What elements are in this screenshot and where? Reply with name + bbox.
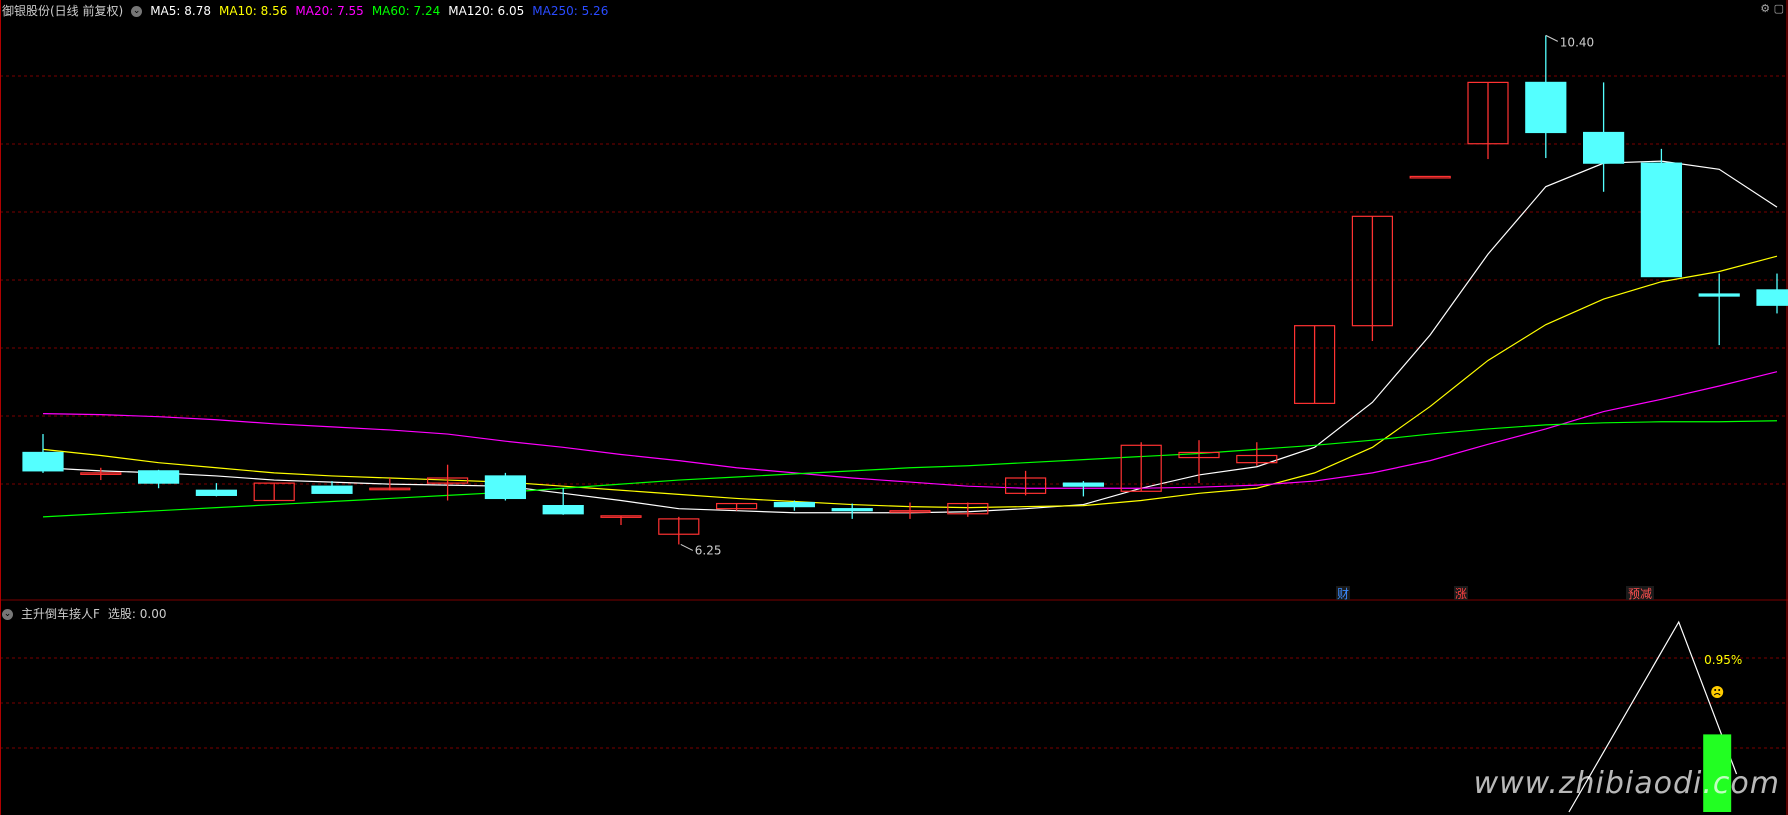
candle-body bbox=[1756, 289, 1788, 306]
candle-body bbox=[1698, 293, 1740, 297]
restore-window-icon[interactable]: ▢ bbox=[1774, 2, 1784, 15]
watermark-text: www.zhibiaodi.com bbox=[1473, 766, 1780, 801]
indicator-menu-circle-icon[interactable]: ⌄ bbox=[2, 609, 13, 620]
candle-body bbox=[831, 508, 873, 512]
candle-body bbox=[773, 501, 816, 508]
indicator-bar-label: 0.95% bbox=[1704, 653, 1742, 667]
low-label-pointer bbox=[680, 543, 694, 551]
settings-gear-icon[interactable]: ⚙ bbox=[1760, 2, 1770, 15]
stock-title: 御银股份(日线 前复权) bbox=[2, 4, 124, 18]
ma60-label: MA60: 7.24 bbox=[371, 4, 441, 18]
high-label-pointer bbox=[1545, 34, 1559, 42]
ma-line-ma20 bbox=[42, 371, 1778, 489]
ma120-label: MA120: 6.05 bbox=[448, 4, 525, 18]
candle-body bbox=[1640, 162, 1683, 278]
sad-face-eye bbox=[1718, 689, 1721, 691]
settings-circle-icon[interactable]: ⌄ bbox=[131, 6, 143, 17]
moving-average-lines bbox=[42, 160, 1778, 518]
price-grid bbox=[0, 0, 1788, 815]
indicator-header: ⌄ 主升倒车接人F 选股: 0.00 bbox=[2, 605, 174, 622]
candle-body bbox=[195, 489, 237, 496]
high-price-label: 10.40 bbox=[1560, 35, 1594, 49]
ma250-label: MA250: 5.26 bbox=[532, 4, 609, 18]
candle-body bbox=[138, 470, 180, 484]
ma5-label: MA5: 8.78 bbox=[150, 4, 211, 18]
candle-body bbox=[1582, 131, 1625, 164]
ma-line-ma5 bbox=[42, 160, 1778, 514]
event-marker-label: 预减 bbox=[1628, 587, 1652, 601]
ma-line-ma60 bbox=[42, 420, 1778, 518]
event-marker-label: 财 bbox=[1337, 587, 1349, 601]
candle-body bbox=[1062, 482, 1105, 487]
ma10-label: MA10: 8.56 bbox=[218, 4, 288, 18]
low-price-label: 6.25 bbox=[695, 543, 722, 557]
ma-line-ma10 bbox=[42, 255, 1778, 509]
candle-body bbox=[542, 505, 584, 515]
sad-face-icon bbox=[1711, 686, 1724, 698]
event-marker-label: 涨 bbox=[1455, 586, 1467, 601]
candle-body bbox=[484, 475, 526, 500]
candle-body bbox=[22, 451, 64, 472]
ma20-label: MA20: 7.55 bbox=[295, 4, 364, 18]
indicator-name: 主升倒车接人F bbox=[21, 607, 100, 621]
event-markers: 财 涨 预减 bbox=[1336, 586, 1654, 601]
sad-face-eye bbox=[1714, 689, 1717, 691]
candle-body bbox=[1525, 81, 1567, 134]
indicator-value: 选股: 0.00 bbox=[107, 607, 167, 621]
window-controls[interactable]: ⚙ ▢ bbox=[1760, 2, 1784, 15]
candle-body bbox=[1409, 175, 1451, 179]
main-chart-header: 御银股份(日线 前复权) ⌄ MA5: 8.78 MA10: 8.56 MA20: 7.… bbox=[2, 2, 616, 19]
candle-body bbox=[311, 485, 353, 494]
kline-chart[interactable]: 10.40 6.25 财 涨 预减 0.95% bbox=[0, 0, 1788, 815]
